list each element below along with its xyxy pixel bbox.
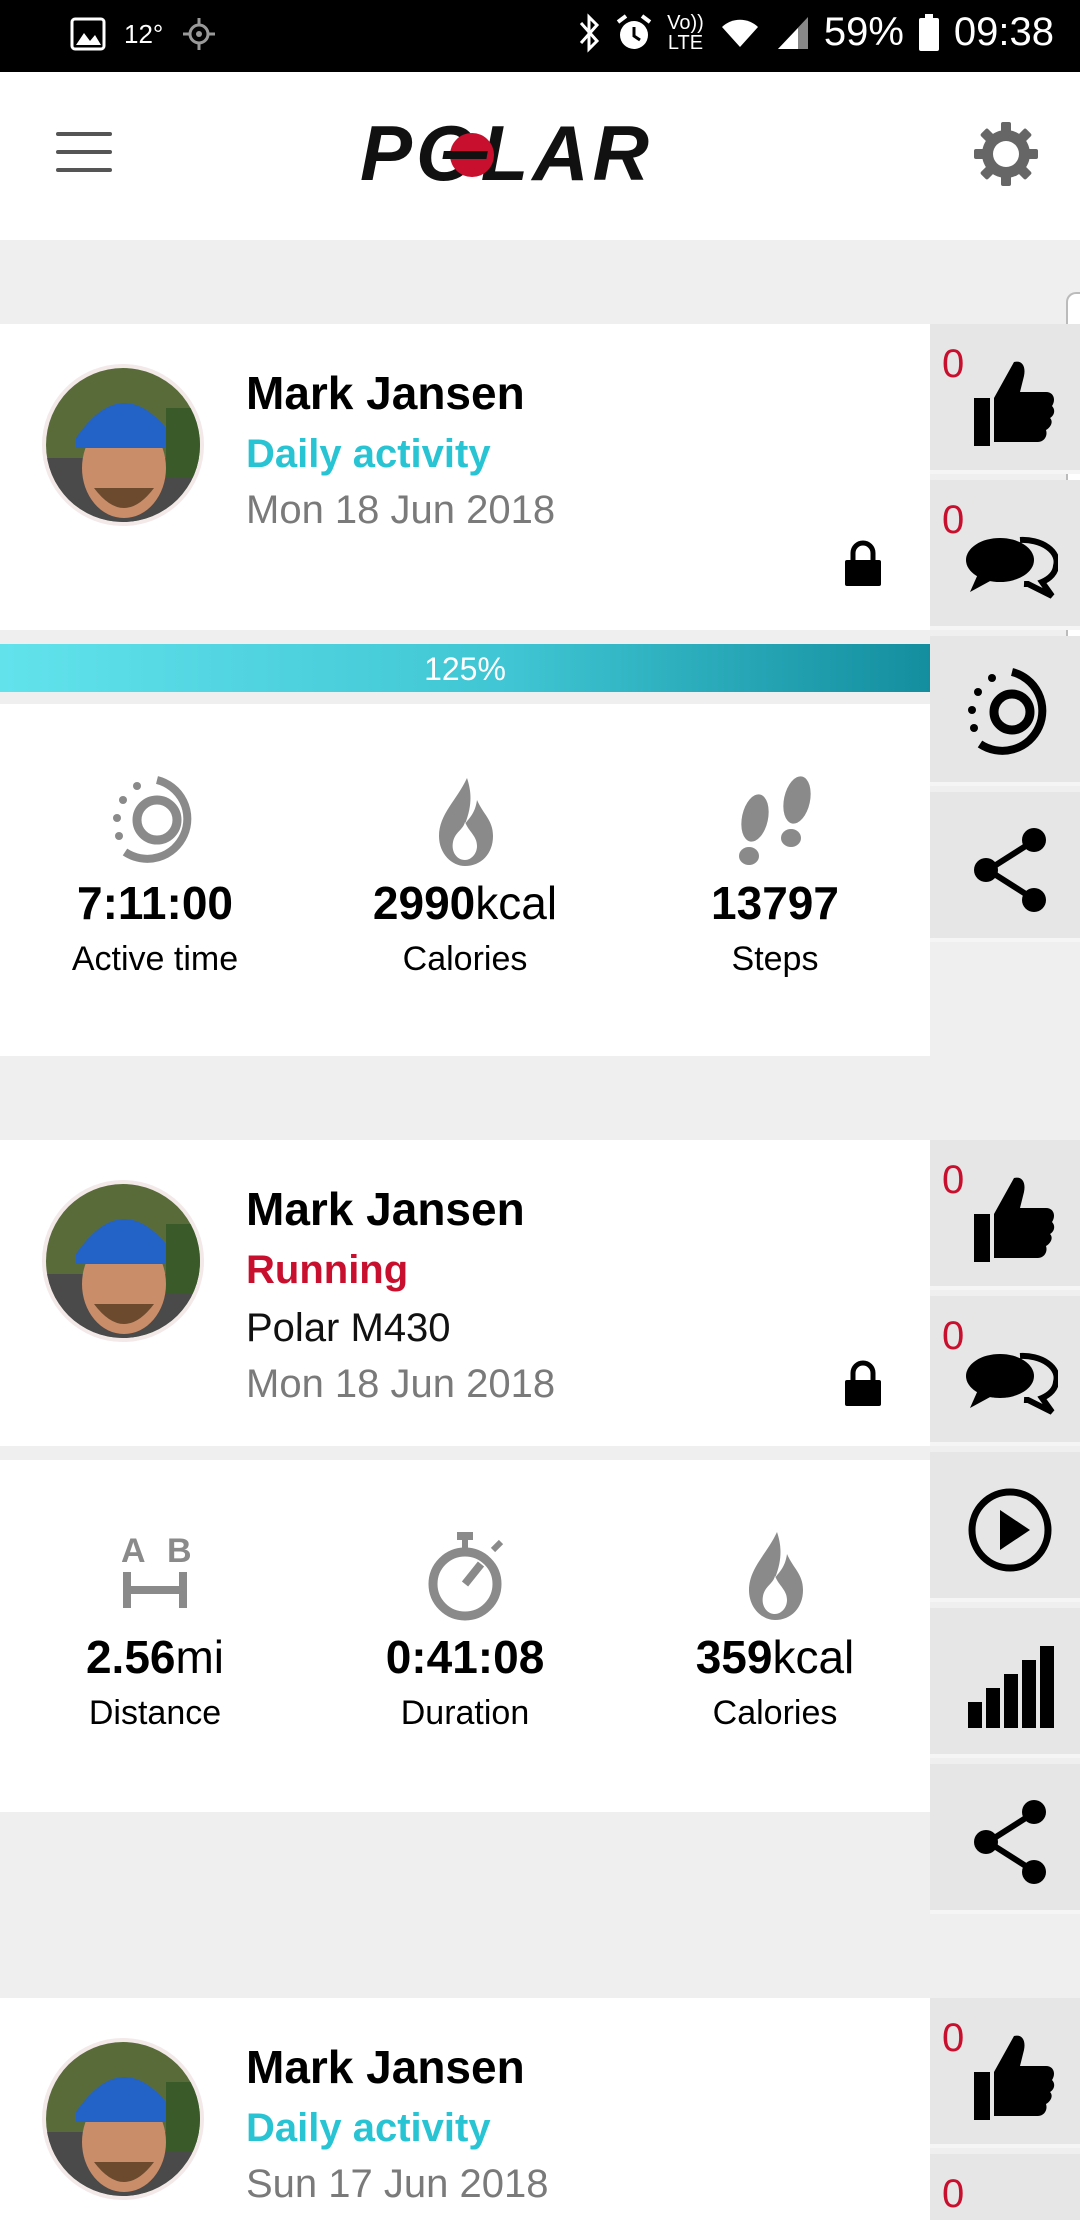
stat-steps: 13797 Steps <box>620 774 930 979</box>
stat-label: Active time <box>71 940 239 978</box>
like-count: 0 <box>942 1158 965 1202</box>
play-circle-icon <box>968 1488 1052 1572</box>
activity-date: Mon 18 Jun 2018 <box>246 1362 556 1406</box>
stat-duration: 0:41:08 Duration <box>310 1528 620 1733</box>
avatar[interactable] <box>42 2038 204 2200</box>
battery-percent: 59% <box>823 10 904 54</box>
location-target-icon <box>183 18 216 50</box>
analysis-button[interactable] <box>930 1608 1080 1758</box>
comment-button[interactable]: 0 <box>930 1296 1080 1446</box>
stat-calories: 2990kcal Calories <box>310 774 620 979</box>
distance-ab-icon: AB <box>121 1532 192 1608</box>
stat-active-time: 7:11:00 Active time <box>0 774 310 979</box>
user-name[interactable]: Mark Jansen <box>246 366 525 420</box>
share-button[interactable] <box>930 1764 1080 1914</box>
alarm-icon <box>616 13 652 49</box>
feed-item-header[interactable]: Mark Jansen Daily activity Mon 18 Jun 20… <box>0 324 930 630</box>
svg-text:A: A <box>121 1532 146 1570</box>
stat-label: Steps <box>731 940 819 978</box>
comment-button[interactable]: 0 <box>930 2154 1080 2220</box>
lock-icon <box>845 1360 881 1406</box>
comment-count: 0 <box>942 498 965 542</box>
activity-stats[interactable]: 7:11:00 Active time 2990kcal Calories 13… <box>0 704 930 1056</box>
status-bar: 12° Vo)) LTE 59% 09:38 <box>0 0 1080 72</box>
signal-icon <box>777 16 808 49</box>
activity-date: Mon 18 Jun 2018 <box>246 488 556 532</box>
share-icon <box>974 1800 1046 1884</box>
battery-icon <box>918 13 939 51</box>
play-route-button[interactable] <box>930 1452 1080 1602</box>
app-bar: POLAR <box>0 72 1080 240</box>
share-button[interactable] <box>930 792 1080 942</box>
stat-label: Duration <box>400 1694 530 1732</box>
stat-value: 2.56mi <box>85 1631 225 1683</box>
stat-label: Distance <box>88 1694 222 1732</box>
volte-indicator: Vo)) LTE <box>667 11 704 54</box>
stat-value: 13797 <box>711 877 839 929</box>
footsteps-icon <box>739 776 811 865</box>
stat-value: 0:41:08 <box>385 1631 545 1683</box>
activity-progress-bar: 125% <box>0 644 930 692</box>
stat-calories: 359kcal Calories <box>620 1528 930 1733</box>
like-count: 0 <box>942 2016 965 2060</box>
wifi-icon <box>721 19 758 47</box>
device-name: Polar M430 <box>246 1306 451 1350</box>
like-button[interactable]: 0 <box>930 324 1080 474</box>
flame-icon <box>439 778 493 866</box>
lock-icon <box>845 540 881 586</box>
user-name[interactable]: Mark Jansen <box>246 1182 525 1236</box>
user-name[interactable]: Mark Jansen <box>246 2040 525 2094</box>
feed-item-header[interactable]: Mark Jansen Daily activity Sun 17 Jun 20… <box>0 1998 930 2220</box>
clock: 09:38 <box>953 10 1054 54</box>
share-icon <box>974 828 1046 912</box>
bluetooth-icon <box>580 12 600 53</box>
polar-logo: POLAR <box>360 116 653 196</box>
bar-chart-icon <box>968 1646 1054 1728</box>
thumbs-up-icon <box>974 2035 1055 2120</box>
activity-type: Running <box>246 1248 409 1292</box>
like-button[interactable]: 0 <box>930 1140 1080 1290</box>
stat-label: Calories <box>712 1694 838 1732</box>
hamburger-menu-icon[interactable] <box>56 132 112 174</box>
settings-gear-icon[interactable] <box>972 120 1040 188</box>
like-count: 0 <box>942 342 965 386</box>
avatar[interactable] <box>42 1180 204 1342</box>
comment-count: 0 <box>942 2172 965 2216</box>
stat-value: 7:11:00 <box>76 877 233 929</box>
stopwatch-icon <box>428 1532 504 1621</box>
stat-distance: AB 2.56mi Distance <box>0 1528 310 1733</box>
activity-ring-icon <box>113 776 192 863</box>
comment-count: 0 <box>942 1314 965 1358</box>
training-stats[interactable]: AB 2.56mi Distance 0:41:08 Duration 359k… <box>0 1460 930 1812</box>
comments-icon <box>966 536 1058 599</box>
stat-value: 359kcal <box>695 1631 855 1683</box>
temperature: 12° <box>124 18 164 49</box>
activity-type: Daily activity <box>246 432 491 476</box>
comment-button[interactable]: 0 <box>930 480 1080 630</box>
stat-value: 2990kcal <box>372 877 558 929</box>
feed-item-header[interactable]: Mark Jansen Running Polar M430 Mon 18 Ju… <box>0 1140 930 1446</box>
svg-text:B: B <box>167 1532 192 1570</box>
avatar[interactable] <box>42 364 204 526</box>
thumbs-up-icon <box>974 361 1055 446</box>
like-button[interactable]: 0 <box>930 1998 1080 2148</box>
thumbs-up-icon <box>974 1177 1055 1262</box>
activity-goal-button[interactable] <box>930 636 1080 786</box>
stat-label: Calories <box>402 940 528 978</box>
polar-logo-text: POLAR <box>360 116 653 196</box>
comments-icon <box>966 1352 1058 1415</box>
activity-type: Daily activity <box>246 2106 491 2150</box>
activity-date: Sun 17 Jun 2018 <box>246 2162 549 2206</box>
gallery-icon <box>70 17 106 51</box>
activity-ring-icon <box>968 668 1047 755</box>
flame-icon <box>749 1532 803 1620</box>
